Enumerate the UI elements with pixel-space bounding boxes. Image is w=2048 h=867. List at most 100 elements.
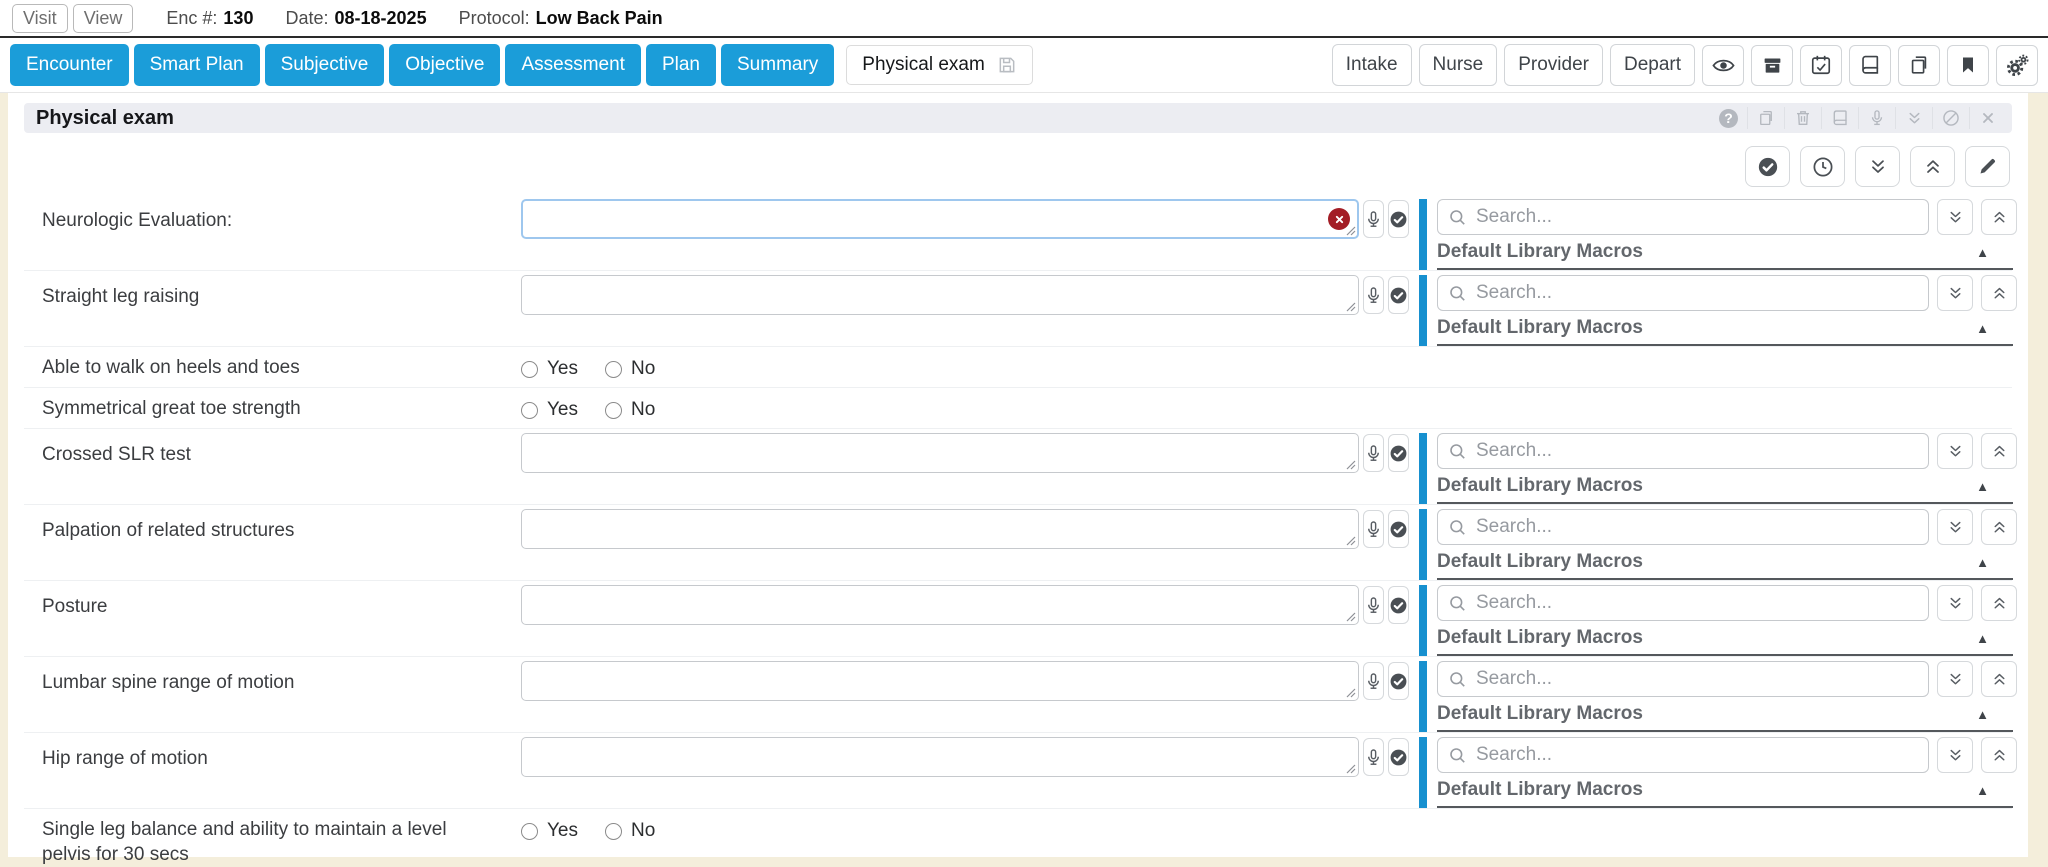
expand-macros-button[interactable]: [1937, 661, 1973, 697]
mark-complete-button[interactable]: [1388, 662, 1409, 700]
collapse-macros-button[interactable]: [1981, 433, 2017, 469]
collapse-all-sections-button[interactable]: [1910, 146, 1955, 187]
section-close-button[interactable]: [1969, 107, 2006, 129]
macros-header[interactable]: Default Library Macros ▲: [1437, 317, 2013, 346]
macro-search-input[interactable]: [1476, 206, 1918, 228]
collapse-caret-icon[interactable]: ▲: [1976, 321, 1989, 336]
history-button[interactable]: [1800, 146, 1845, 187]
macros-header[interactable]: Default Library Macros ▲: [1437, 551, 2013, 580]
library-button[interactable]: [1849, 45, 1891, 86]
tab-smart-plan[interactable]: Smart Plan: [134, 44, 260, 86]
macro-search-input[interactable]: [1476, 282, 1918, 304]
section-collapse-button[interactable]: [1895, 107, 1932, 129]
view-button[interactable]: View: [73, 4, 134, 33]
crossed-slr-textarea[interactable]: [521, 433, 1359, 473]
mark-complete-button[interactable]: [1388, 276, 1409, 314]
expand-macros-button[interactable]: [1937, 199, 1973, 235]
resize-handle-icon[interactable]: [1346, 688, 1356, 698]
collapse-caret-icon[interactable]: ▲: [1976, 631, 1989, 646]
expand-all-sections-button[interactable]: [1855, 146, 1900, 187]
resize-handle-icon[interactable]: [1346, 460, 1356, 470]
provider-button[interactable]: Provider: [1504, 44, 1603, 86]
macro-search-input[interactable]: [1476, 440, 1918, 462]
tab-plan[interactable]: Plan: [646, 44, 716, 86]
help-button[interactable]: ?: [1710, 107, 1747, 129]
tab-physical-exam-active[interactable]: Physical exam: [846, 45, 1033, 85]
neurologic-evaluation-textarea[interactable]: [521, 199, 1359, 239]
radio-no[interactable]: [605, 823, 622, 840]
macros-header[interactable]: Default Library Macros ▲: [1437, 241, 2013, 270]
dictate-mic-button[interactable]: [1363, 200, 1384, 238]
tab-encounter[interactable]: Encounter: [10, 44, 129, 86]
radio-yes[interactable]: [521, 402, 538, 419]
expand-macros-button[interactable]: [1937, 275, 1973, 311]
radio-no[interactable]: [605, 361, 622, 378]
edit-button[interactable]: [1965, 146, 2010, 187]
resize-handle-icon[interactable]: [1346, 764, 1356, 774]
tab-summary[interactable]: Summary: [721, 44, 834, 86]
dictate-mic-button[interactable]: [1363, 276, 1384, 314]
resize-handle-icon[interactable]: [1346, 536, 1356, 546]
tab-subjective[interactable]: Subjective: [265, 44, 385, 86]
radio-yes[interactable]: [521, 361, 538, 378]
bookmark-button[interactable]: [1947, 45, 1989, 86]
macro-search-input[interactable]: [1476, 668, 1918, 690]
posture-textarea[interactable]: [521, 585, 1359, 625]
macros-header[interactable]: Default Library Macros ▲: [1437, 627, 2013, 656]
mark-complete-button[interactable]: [1388, 586, 1409, 624]
radio-no[interactable]: [605, 402, 622, 419]
resize-handle-icon[interactable]: [1346, 302, 1356, 312]
complete-all-button[interactable]: [1745, 146, 1790, 187]
expand-macros-button[interactable]: [1937, 585, 1973, 621]
macro-search-input[interactable]: [1476, 592, 1918, 614]
mark-complete-button[interactable]: [1388, 434, 1409, 472]
radio-yes[interactable]: [521, 823, 538, 840]
macros-header[interactable]: Default Library Macros ▲: [1437, 475, 2013, 504]
expand-macros-button[interactable]: [1937, 509, 1973, 545]
settings-button[interactable]: [1996, 45, 2038, 86]
dictate-mic-button[interactable]: [1363, 586, 1384, 624]
collapse-caret-icon[interactable]: ▲: [1976, 707, 1989, 722]
mark-complete-button[interactable]: [1388, 510, 1409, 548]
collapse-macros-button[interactable]: [1981, 509, 2017, 545]
section-disable-button[interactable]: [1932, 107, 1969, 129]
delete-section-button[interactable]: [1784, 107, 1821, 129]
depart-button[interactable]: Depart: [1610, 44, 1695, 86]
expand-macros-button[interactable]: [1937, 433, 1973, 469]
straight-leg-raising-textarea[interactable]: [521, 275, 1359, 315]
collapse-caret-icon[interactable]: ▲: [1976, 783, 1989, 798]
archive-button[interactable]: [1751, 45, 1793, 86]
resize-handle-icon[interactable]: [1346, 226, 1356, 236]
palpation-textarea[interactable]: [521, 509, 1359, 549]
dictate-mic-button[interactable]: [1363, 510, 1384, 548]
calendar-button[interactable]: [1800, 45, 1842, 86]
collapse-caret-icon[interactable]: ▲: [1976, 555, 1989, 570]
dictate-mic-button[interactable]: [1363, 434, 1384, 472]
dictate-mic-button[interactable]: [1363, 738, 1384, 776]
mark-complete-button[interactable]: [1388, 738, 1409, 776]
preview-eye-button[interactable]: [1702, 45, 1744, 86]
expand-macros-button[interactable]: [1937, 737, 1973, 773]
collapse-macros-button[interactable]: [1981, 275, 2017, 311]
collapse-caret-icon[interactable]: ▲: [1976, 245, 1989, 260]
collapse-macros-button[interactable]: [1981, 661, 2017, 697]
macro-search-input[interactable]: [1476, 744, 1918, 766]
section-library-button[interactable]: [1821, 107, 1858, 129]
section-dictate-button[interactable]: [1858, 107, 1895, 129]
dictate-mic-button[interactable]: [1363, 662, 1384, 700]
resize-handle-icon[interactable]: [1346, 612, 1356, 622]
tab-assessment[interactable]: Assessment: [505, 44, 640, 86]
macros-header[interactable]: Default Library Macros ▲: [1437, 779, 2013, 808]
visit-button[interactable]: Visit: [12, 4, 68, 33]
copy-button[interactable]: [1898, 45, 1940, 86]
macro-search-input[interactable]: [1476, 516, 1918, 538]
collapse-caret-icon[interactable]: ▲: [1976, 479, 1989, 494]
collapse-macros-button[interactable]: [1981, 585, 2017, 621]
lumbar-rom-textarea[interactable]: [521, 661, 1359, 701]
copy-section-button[interactable]: [1747, 107, 1784, 129]
hip-rom-textarea[interactable]: [521, 737, 1359, 777]
collapse-macros-button[interactable]: [1981, 737, 2017, 773]
intake-button[interactable]: Intake: [1332, 44, 1412, 86]
nurse-button[interactable]: Nurse: [1419, 44, 1498, 86]
tab-objective[interactable]: Objective: [389, 44, 500, 86]
